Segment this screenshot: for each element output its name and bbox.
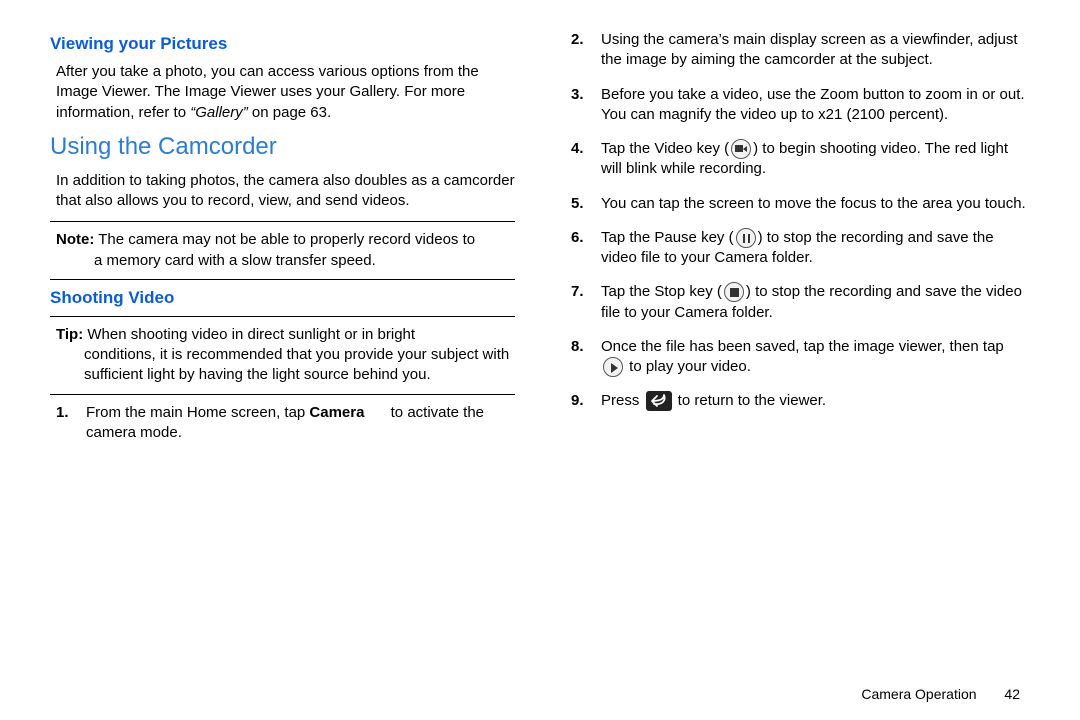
text: Press [601, 392, 644, 409]
tip-block: Tip: When shooting video in direct sunli… [50, 325, 515, 386]
step-8: Once the file has been saved, tap the im… [571, 337, 1030, 378]
heading-viewing-pictures: Viewing your Pictures [50, 34, 515, 54]
text: Tap the Stop key ( [601, 283, 722, 300]
heading-shooting-video: Shooting Video [50, 288, 515, 308]
page-number: 42 [1004, 686, 1020, 702]
camera-icon [364, 406, 386, 420]
tip-body: conditions, it is recommended that you p… [56, 345, 515, 386]
text: on page 63. [248, 104, 331, 121]
note-first-line: The camera may not be able to properly r… [94, 231, 475, 248]
step-3: Before you take a video, use the Zoom bu… [571, 85, 1030, 126]
steps-list-right: Using the camera’s main display screen a… [565, 30, 1030, 412]
divider [50, 316, 515, 317]
using-paragraph: In addition to taking photos, the camera… [50, 171, 515, 212]
text: From the main Home screen, tap [86, 404, 309, 421]
divider [50, 394, 515, 395]
step-5: You can tap the screen to move the focus… [571, 194, 1030, 214]
video-key-icon [731, 139, 751, 159]
heading-using-camcorder: Using the Camcorder [50, 133, 515, 161]
camera-label: Camera [309, 404, 364, 421]
step-9: Press to return to the viewer. [571, 391, 1030, 411]
divider [50, 279, 515, 280]
text: to return to the viewer. [674, 392, 827, 409]
text: Once the file has been saved, tap the im… [601, 338, 1004, 355]
tip-label: Tip: [56, 326, 83, 343]
back-icon [646, 391, 672, 411]
two-column-layout: Viewing your Pictures After you take a p… [50, 30, 1030, 457]
step-1: From the main Home screen, tap Camera to… [56, 403, 515, 444]
left-column: Viewing your Pictures After you take a p… [50, 30, 515, 457]
reference-gallery: “Gallery” [190, 104, 248, 121]
step-4: Tap the Video key () to begin shooting v… [571, 139, 1030, 180]
note-body: a memory card with a slow transfer speed… [56, 251, 515, 271]
text: to play your video. [625, 358, 751, 375]
page-footer: Camera Operation 42 [861, 686, 1020, 702]
tip-first-line: When shooting video in direct sunlight o… [83, 326, 415, 343]
text: Tap the Video key ( [601, 140, 729, 157]
stop-key-icon [724, 282, 744, 302]
step-2: Using the camera’s main display screen a… [571, 30, 1030, 71]
divider [50, 221, 515, 222]
right-column: Using the camera’s main display screen a… [565, 30, 1030, 457]
play-icon [603, 357, 623, 377]
steps-list-left: From the main Home screen, tap Camera to… [50, 403, 515, 444]
viewing-paragraph: After you take a photo, you can access v… [50, 62, 515, 123]
note-label: Note: [56, 231, 94, 248]
note-block: Note: The camera may not be able to prop… [50, 230, 515, 271]
step-6: Tap the Pause key () to stop the recordi… [571, 228, 1030, 269]
pause-key-icon [736, 228, 756, 248]
text: Tap the Pause key ( [601, 229, 734, 246]
section-name: Camera Operation [861, 686, 976, 702]
step-7: Tap the Stop key () to stop the recordin… [571, 282, 1030, 323]
